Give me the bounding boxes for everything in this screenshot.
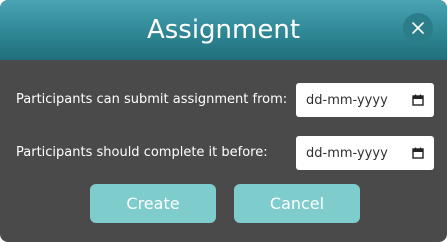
calendar-icon[interactable] xyxy=(412,147,424,159)
start-date-label: Participants can submit assignment from: xyxy=(16,92,288,107)
dialog-header: Assignment xyxy=(0,0,447,60)
start-date-placeholder: dd-mm-yyyy xyxy=(306,92,388,108)
calendar-icon[interactable] xyxy=(412,94,424,106)
end-date-input[interactable]: dd-mm-yyyy xyxy=(296,136,434,170)
end-date-label: Participants should complete it before: xyxy=(16,145,268,160)
close-icon xyxy=(412,22,424,34)
cancel-button[interactable]: Cancel xyxy=(234,184,360,223)
create-button[interactable]: Create xyxy=(90,184,216,223)
start-date-input[interactable]: dd-mm-yyyy xyxy=(296,83,434,117)
end-date-placeholder: dd-mm-yyyy xyxy=(306,145,388,161)
assignment-dialog: Assignment Participants can submit assig… xyxy=(0,0,447,242)
dialog-title: Assignment xyxy=(146,15,301,45)
close-button[interactable] xyxy=(403,13,433,43)
